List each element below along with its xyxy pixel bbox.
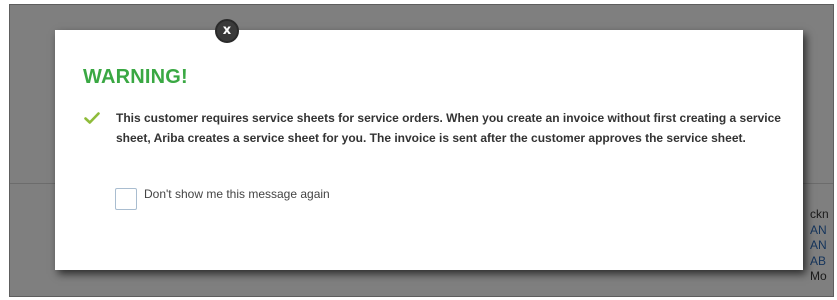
dialog-title: WARNING! [83, 66, 188, 88]
checkmark-icon [84, 112, 100, 124]
close-button[interactable]: x [215, 19, 239, 43]
close-icon: x [222, 23, 232, 38]
background-snippet: ckn AN AN AB Mo [810, 207, 830, 285]
dont-show-again-label[interactable]: Don't show me this message again [144, 186, 330, 202]
background-snippet-link: AB [810, 253, 827, 268]
background-snippet-line: ckn [810, 207, 829, 221]
background-snippet-link: AN [810, 238, 827, 252]
warning-message: This customer requires service sheets fo… [116, 111, 781, 145]
background-snippet-line: Mo [810, 269, 827, 283]
dont-show-again-checkbox[interactable] [115, 188, 137, 210]
warning-dialog: x WARNING! This customer requires servic… [55, 19, 803, 270]
background-snippet-link: AN [810, 222, 827, 237]
